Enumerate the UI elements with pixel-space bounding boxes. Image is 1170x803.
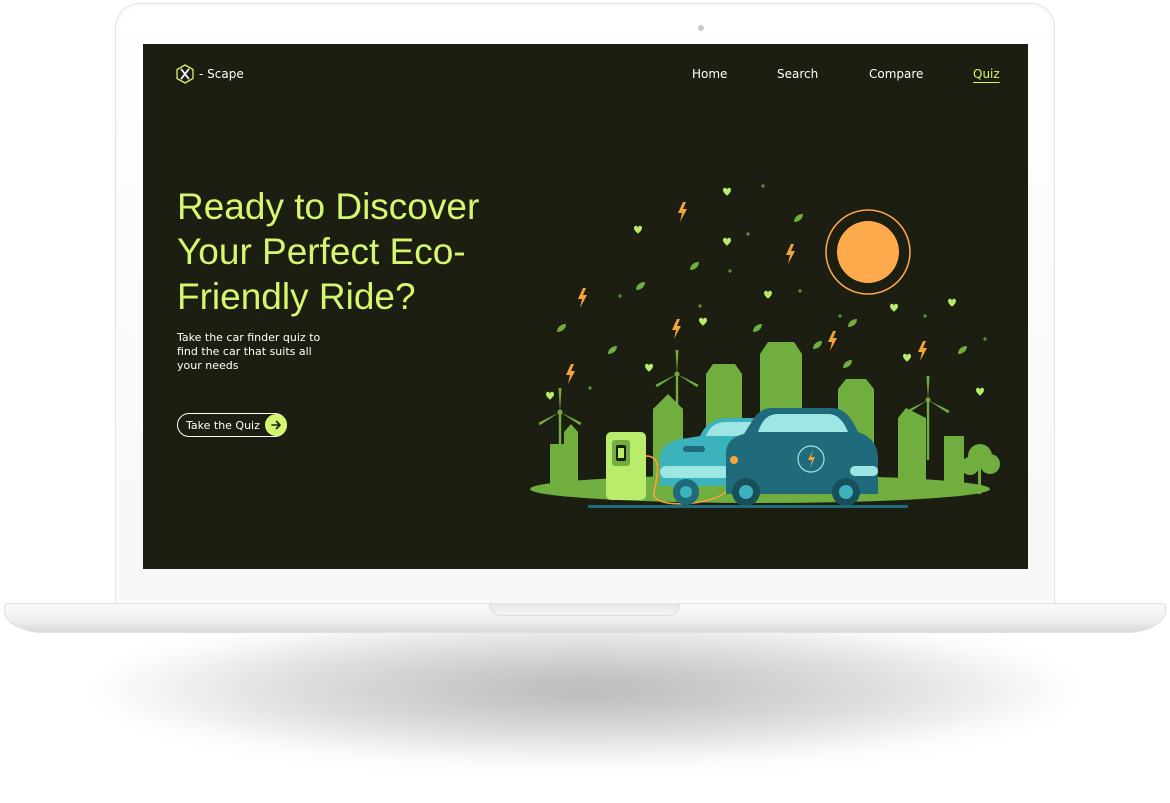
nav-home[interactable]: Home	[692, 67, 727, 81]
sun-icon	[825, 209, 911, 295]
laptop-notch	[489, 603, 680, 616]
nav-search[interactable]: Search	[777, 67, 818, 81]
main-nav: Home Search Compare Quiz	[143, 67, 1028, 87]
laptop-shadow	[95, 615, 1075, 765]
arrow-right-icon	[265, 414, 287, 436]
nav-quiz[interactable]: Quiz	[973, 67, 1000, 81]
road-line	[588, 505, 908, 508]
floating-leaves	[557, 214, 967, 368]
take-quiz-label: Take the Quiz	[186, 418, 260, 432]
take-quiz-button[interactable]: Take the Quiz	[177, 413, 287, 437]
website-screen: - Scape Home Search Compare Quiz Ready t…	[143, 44, 1028, 569]
hero-headline: Ready to Discover Your Perfect Eco-Frien…	[177, 186, 480, 317]
hero-subtext: Take the car finder quiz to find the car…	[177, 331, 321, 372]
eco-car-illustration	[530, 183, 1000, 508]
nav-compare[interactable]: Compare	[869, 67, 923, 81]
camera-dot	[698, 25, 704, 31]
